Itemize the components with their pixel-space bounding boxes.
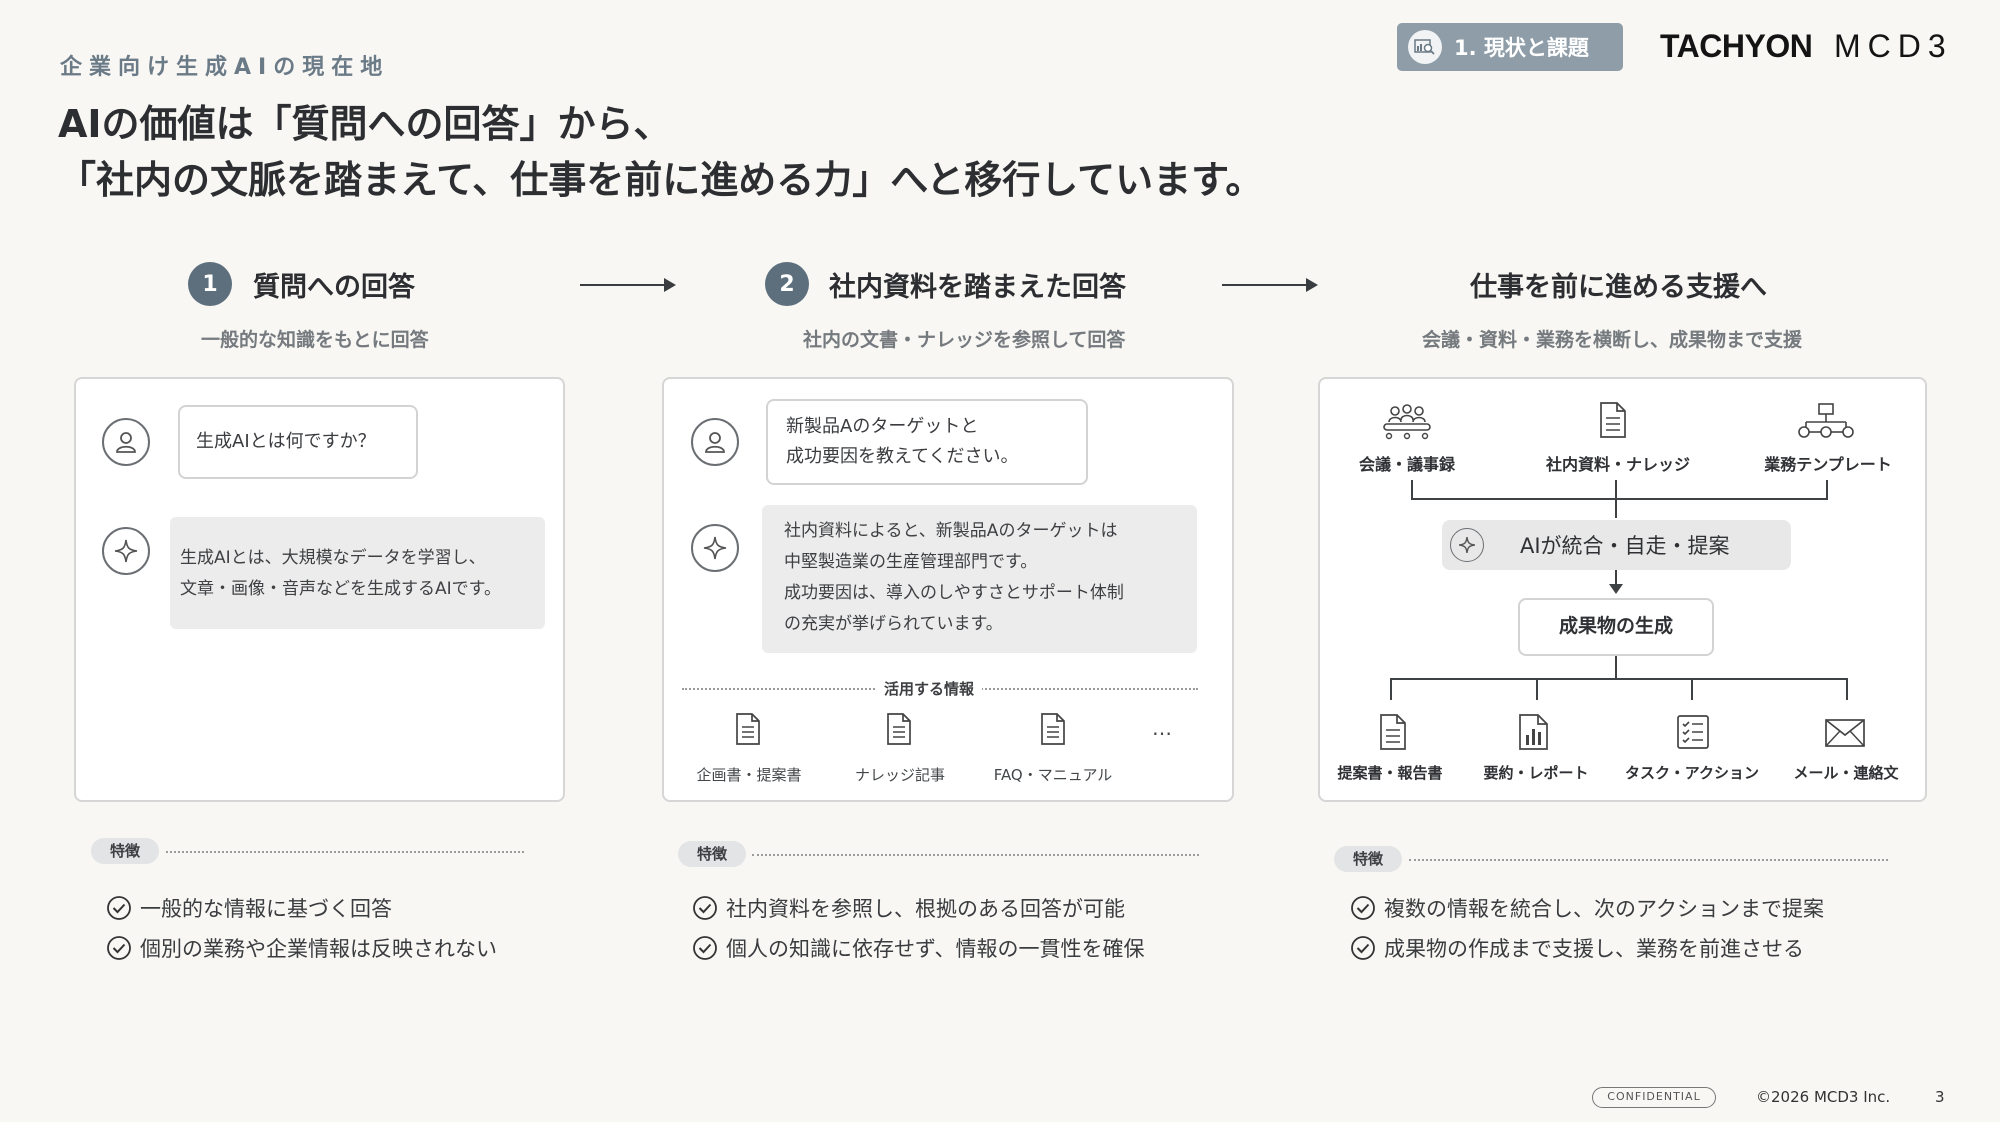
ai-hub-label: AIが統合・自走・提案 bbox=[1520, 534, 1730, 558]
output-box: 成果物の生成 bbox=[1518, 598, 1714, 656]
user-icon bbox=[102, 418, 150, 466]
ai-sparkle-icon bbox=[1450, 528, 1484, 562]
confidential-badge: CONFIDENTIAL bbox=[1592, 1087, 1716, 1108]
document-icon bbox=[1378, 713, 1408, 755]
info-label: 活用する情報 bbox=[876, 678, 983, 699]
feature-tag: 特徴 bbox=[91, 838, 159, 864]
checklist-icon bbox=[1676, 714, 1710, 754]
user-question-bubble: 生成AIとは何ですか？ bbox=[178, 405, 418, 479]
answer-line: 中堅製造業の生産管理部門です。 bbox=[784, 552, 1038, 572]
feature-item: 複数の情報を統合し、次のアクションまで提案 bbox=[1350, 893, 1824, 923]
feature-divider bbox=[166, 851, 524, 853]
page-title-line1: AIの価値は「質問への回答」から、 bbox=[58, 102, 672, 146]
feature-divider bbox=[1409, 859, 1888, 861]
answer-line: 生成AIとは、大規模なデータを学習し、 bbox=[180, 548, 486, 568]
feature-text: 成果物の作成まで支援し、業務を前進させる bbox=[1384, 937, 1804, 961]
connector-line bbox=[1411, 498, 1828, 500]
check-circle-icon bbox=[1351, 936, 1375, 960]
feature-item: 社内資料を参照し、根拠のある回答が可能 bbox=[692, 893, 1125, 923]
input-label: 業務テンプレート bbox=[1764, 455, 1892, 474]
ai-answer-bubble: 社内資料によると、新製品Aのターゲットは 中堅製造業の生産管理部門です。 成功要… bbox=[762, 505, 1197, 653]
answer-line: 文章・画像・音声などを生成するAIです。 bbox=[180, 579, 501, 599]
feature-tag: 特徴 bbox=[678, 841, 746, 867]
output-label: 提案書・報告書 bbox=[1337, 764, 1443, 782]
ai-sparkle-icon bbox=[102, 527, 150, 575]
feature-item: 個人の知識に依存せず、情報の一貫性を確保 bbox=[692, 933, 1145, 963]
meeting-icon bbox=[1380, 402, 1434, 444]
feature-divider bbox=[752, 854, 1199, 856]
check-circle-icon bbox=[1351, 896, 1375, 920]
document-icon bbox=[1038, 712, 1068, 750]
chart-search-icon bbox=[1408, 30, 1442, 64]
step-3-title: 仕事を前に進める支援へ bbox=[1470, 272, 1767, 303]
connector-line bbox=[1390, 678, 1848, 680]
step-1-number: 1 bbox=[188, 262, 232, 306]
page-title-line2: 「社内の文脈を踏まえて、仕事を前に進める力」へと移行しています。 bbox=[58, 158, 1264, 202]
ai-sparkle-icon bbox=[691, 524, 739, 572]
step-arrow-1 bbox=[580, 278, 676, 292]
step-2-number: 2 bbox=[765, 262, 809, 306]
report-chart-icon bbox=[1517, 713, 1551, 755]
connector-line bbox=[1390, 678, 1392, 700]
feature-text: 複数の情報を統合し、次のアクションまで提案 bbox=[1384, 897, 1824, 921]
section-kicker: 企業向け生成AIの現在地 bbox=[60, 55, 390, 80]
feature-text: 一般的な情報に基づく回答 bbox=[140, 897, 392, 921]
source-label: FAQ・マニュアル bbox=[993, 766, 1113, 784]
answer-line: の充実が挙げられています。 bbox=[784, 614, 1003, 634]
document-icon bbox=[1598, 401, 1628, 443]
check-circle-icon bbox=[107, 936, 131, 960]
ai-answer-bubble: 生成AIとは、大規模なデータを学習し、 文章・画像・音声などを生成するAIです。 bbox=[170, 517, 545, 629]
page-title: AIの価値は「質問への回答」から、 「社内の文脈を踏まえて、仕事を前に進める力」… bbox=[58, 96, 1263, 208]
workflow-icon bbox=[1796, 402, 1856, 444]
connector-line bbox=[1615, 656, 1617, 678]
step-2-title: 社内資料を踏まえた回答 bbox=[829, 272, 1126, 303]
check-circle-icon bbox=[107, 896, 131, 920]
input-label: 会議・議事録 bbox=[1358, 455, 1455, 474]
question-line: 新製品Aのターゲットと bbox=[786, 416, 979, 437]
output-label: タスク・アクション bbox=[1625, 764, 1759, 782]
section-chip: 1. 現状と課題 bbox=[1397, 23, 1623, 71]
connector-line bbox=[1536, 678, 1538, 700]
document-icon bbox=[884, 712, 914, 750]
source-label: ナレッジ記事 bbox=[854, 766, 945, 784]
step-1-title: 質問への回答 bbox=[253, 272, 415, 303]
feature-item: 個別の業務や企業情報は反映されない bbox=[106, 933, 497, 963]
step-1-subtitle: 一般的な知識をもとに回答 bbox=[201, 329, 429, 351]
connector-line bbox=[1826, 480, 1828, 500]
ai-hub-box: AIが統合・自走・提案 bbox=[1442, 520, 1791, 570]
page-number: 3 bbox=[1935, 1088, 1945, 1106]
mail-icon bbox=[1824, 718, 1866, 752]
logo-mcd3: MCD3 bbox=[1834, 28, 1953, 64]
feature-text: 個人の知識に依存せず、情報の一貫性を確保 bbox=[726, 937, 1145, 961]
document-icon bbox=[733, 712, 763, 750]
question-line: 成功要因を教えてください。 bbox=[786, 446, 1019, 467]
feature-text: 社内資料を参照し、根拠のある回答が可能 bbox=[726, 897, 1125, 921]
section-chip-label: 1. 現状と課題 bbox=[1454, 36, 1589, 60]
feature-tag: 特徴 bbox=[1334, 846, 1402, 872]
answer-line: 社内資料によると、新製品Aのターゲットは bbox=[784, 521, 1118, 541]
step-arrow-2 bbox=[1222, 278, 1318, 292]
output-label: 要約・レポート bbox=[1483, 764, 1589, 782]
feature-item: 一般的な情報に基づく回答 bbox=[106, 893, 392, 923]
user-question-bubble: 新製品Aのターゲットと 成功要因を教えてください。 bbox=[766, 399, 1088, 485]
source-label: 企画書・提案書 bbox=[696, 766, 802, 784]
feature-item: 成果物の作成まで支援し、業務を前進させる bbox=[1350, 933, 1804, 963]
check-circle-icon bbox=[693, 936, 717, 960]
connector-line bbox=[1691, 678, 1693, 700]
down-arrow-icon bbox=[1609, 584, 1623, 594]
step-2-subtitle: 社内の文書・ナレッジを参照して回答 bbox=[803, 329, 1126, 351]
output-label: メール・連絡文 bbox=[1793, 764, 1899, 782]
connector-line bbox=[1411, 480, 1413, 500]
connector-line bbox=[1846, 678, 1848, 700]
copyright: ©2026 MCD3 Inc. bbox=[1756, 1088, 1891, 1106]
feature-text: 個別の業務や企業情報は反映されない bbox=[140, 937, 497, 961]
answer-line: 成功要因は、導入のしやすさとサポート体制 bbox=[784, 583, 1124, 603]
check-circle-icon bbox=[693, 896, 717, 920]
user-icon bbox=[691, 418, 739, 466]
step-3-subtitle: 会議・資料・業務を横断し、成果物まで支援 bbox=[1422, 329, 1803, 351]
logo-tachyon: TACHYON bbox=[1660, 28, 1813, 64]
more-sources-ellipsis: … bbox=[1152, 716, 1172, 740]
input-label: 社内資料・ナレッジ bbox=[1545, 455, 1690, 474]
